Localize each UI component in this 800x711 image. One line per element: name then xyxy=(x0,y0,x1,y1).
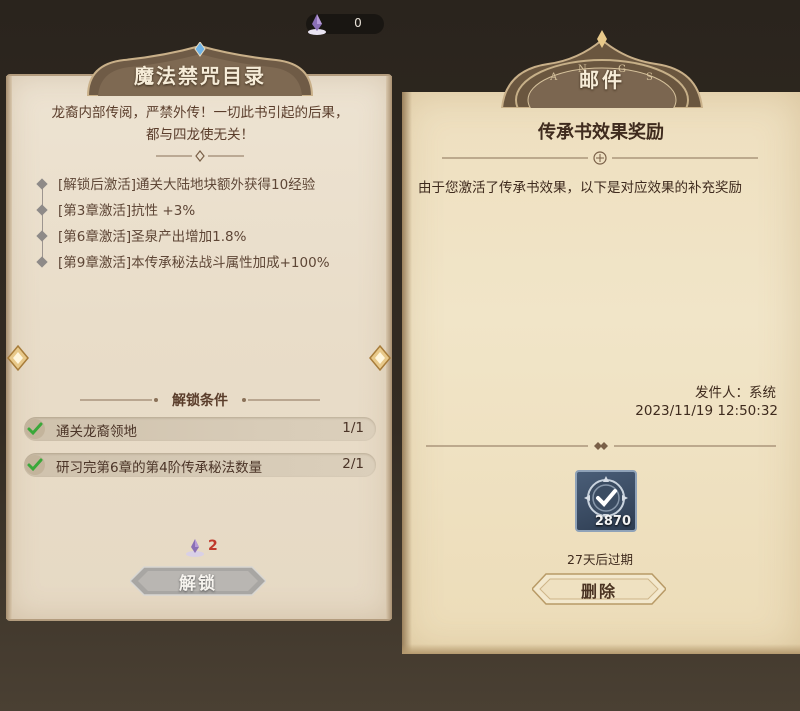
condition-progress: 2/1 xyxy=(342,456,364,472)
delete-button[interactable]: 删除 xyxy=(532,571,666,607)
divider-ornament xyxy=(426,442,776,450)
effect-item: [解锁后激活]通关大陆地块额外获得10经验 xyxy=(34,172,374,198)
mail-title: 传承书效果奖励 xyxy=(538,122,664,143)
check-icon xyxy=(25,455,45,475)
divider-ornament xyxy=(156,150,244,162)
crystal-icon xyxy=(186,539,204,557)
unlock-button[interactable]: 解锁 xyxy=(130,563,266,599)
divider-ornament xyxy=(442,151,758,165)
unlock-cost: 2 xyxy=(184,538,244,558)
condition-row: 研习完第6章的第4阶传承秘法数量 2/1 xyxy=(24,453,376,477)
mail-header-title: 邮件 xyxy=(579,68,625,92)
mail-body: 由于您激活了传承书效果，以下是对应效果的补充奖励 xyxy=(418,180,742,196)
effect-item: [第6章激活]圣泉产出增加1.8% xyxy=(34,224,374,250)
condition-row: 通关龙裔领地 1/1 xyxy=(24,417,376,441)
page-title: 魔法禁咒目录 xyxy=(134,64,266,88)
condition-progress: 1/1 xyxy=(342,420,364,436)
currency-counter: 0 xyxy=(306,14,384,35)
currency-amount: 0 xyxy=(354,16,362,30)
effects-list: [解锁后激活]通关大陆地块额外获得10经验 [第3章激活]抗性 +3% [第6章… xyxy=(34,172,374,276)
effect-item: [第3章激活]抗性 +3% xyxy=(34,198,374,224)
conditions-header: 解锁条件 xyxy=(40,390,360,410)
next-arrow-icon[interactable] xyxy=(364,342,396,374)
attachment-item[interactable]: 2870 xyxy=(575,470,637,532)
attachment-quantity: 2870 xyxy=(594,514,631,529)
conditions-title: 解锁条件 xyxy=(172,393,228,409)
mail-sender: 发件人：系统 xyxy=(695,385,776,401)
cost-amount: 2 xyxy=(208,538,218,554)
intro-text: 龙裔内部传阅，严禁外传！一切此书引起的后果， 都与四龙使无关！ xyxy=(51,105,349,143)
effect-item: [第9章激活]本传承秘法战斗属性加成+100% xyxy=(34,250,374,276)
check-icon xyxy=(25,419,45,439)
prev-arrow-icon[interactable] xyxy=(2,342,34,374)
mail-date: 2023/11/19 12:50:32 xyxy=(635,403,778,419)
expire-text: 27天后过期 xyxy=(567,552,633,567)
crystal-icon xyxy=(308,14,326,35)
